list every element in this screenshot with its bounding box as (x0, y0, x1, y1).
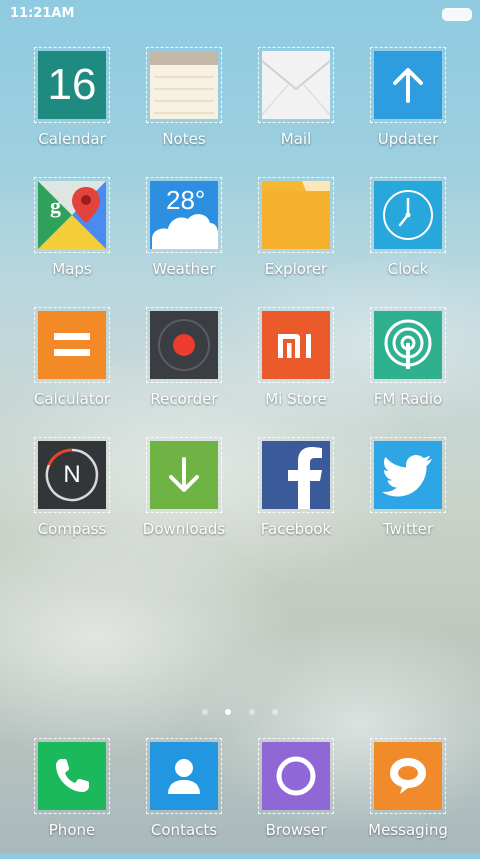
messaging-icon-frame (370, 738, 446, 814)
app-label: Updater (377, 130, 439, 148)
app-label: Downloads (142, 520, 226, 538)
weather-icon-frame: 28° (146, 177, 222, 253)
app-mail[interactable]: Mail (240, 47, 352, 168)
svg-text:g: g (50, 193, 61, 218)
person-icon (150, 742, 218, 810)
equals-icon (38, 311, 106, 379)
app-mistore[interactable]: Mi Store (240, 307, 352, 428)
facebook-icon (262, 441, 330, 509)
calculator-icon-frame (34, 307, 110, 383)
maps-icon: g (38, 181, 106, 249)
compass-icon: N (38, 441, 106, 509)
app-label: Recorder (150, 390, 218, 408)
status-bar: 11:21AM (0, 0, 480, 28)
battery-icon (442, 8, 472, 21)
phone-icon (38, 742, 106, 810)
app-label: Mi Store (265, 390, 327, 408)
app-updater[interactable]: Updater (352, 47, 464, 168)
dock-phone[interactable]: Phone (16, 738, 128, 859)
app-label: Twitter (382, 520, 434, 538)
app-label: Browser (265, 821, 327, 839)
app-twitter[interactable]: Twitter (352, 437, 464, 558)
dock-messaging[interactable]: Messaging (352, 738, 464, 859)
app-label: Mail (280, 130, 312, 148)
app-label: Messaging (368, 821, 448, 839)
dock-contacts[interactable]: Contacts (128, 738, 240, 859)
recorder-icon-frame (146, 307, 222, 383)
app-label: Phone (48, 821, 96, 839)
app-compass[interactable]: N Compass (16, 437, 128, 558)
app-recorder[interactable]: Recorder (128, 307, 240, 428)
calendar-date: 16 (47, 60, 97, 109)
app-label: Calculator (33, 390, 111, 408)
app-label: Contacts (150, 821, 218, 839)
mistore-icon-frame (258, 307, 334, 383)
app-explorer[interactable]: Explorer (240, 177, 352, 298)
app-label: Facebook (260, 520, 332, 538)
notes-icon-frame (146, 47, 222, 123)
radio-icon (374, 311, 442, 379)
app-label: Compass (37, 520, 107, 538)
app-label: Clock (387, 260, 429, 278)
status-time: 11:21AM (10, 6, 75, 21)
app-weather[interactable]: 28° Weather (128, 177, 240, 298)
twitter-icon-frame (370, 437, 446, 513)
downloads-icon-frame (146, 437, 222, 513)
compass-icon-frame: N (34, 437, 110, 513)
page-indicator (0, 700, 480, 719)
facebook-icon-frame (258, 437, 334, 513)
browser-icon (262, 742, 330, 810)
calendar-icon: 16 (38, 51, 106, 119)
notes-icon (150, 51, 218, 119)
page-dot[interactable] (202, 709, 209, 715)
mi-logo-icon (262, 311, 330, 379)
weather-icon: 28° (150, 181, 218, 249)
arrow-down-icon (150, 441, 218, 509)
record-icon (150, 311, 218, 379)
app-facebook[interactable]: Facebook (240, 437, 352, 558)
calendar-icon-frame: 16 (34, 47, 110, 123)
twitter-bird-icon (374, 441, 442, 509)
dock-browser[interactable]: Browser (240, 738, 352, 859)
chat-bubble-icon (374, 742, 442, 810)
app-maps[interactable]: g Maps (16, 177, 128, 298)
compass-letter: N (63, 461, 81, 488)
maps-icon-frame: g (34, 177, 110, 253)
phone-icon-frame (34, 738, 110, 814)
clock-icon-frame (370, 177, 446, 253)
cloud-icon (152, 214, 218, 249)
app-label: Maps (52, 260, 92, 278)
app-fmradio[interactable]: FM Radio (352, 307, 464, 428)
app-label: Explorer (264, 260, 328, 278)
clock-icon (374, 181, 442, 249)
app-notes[interactable]: Notes (128, 47, 240, 168)
app-calendar[interactable]: 16 Calendar (16, 47, 128, 168)
app-label: Weather (152, 260, 216, 278)
folder-icon (262, 181, 330, 249)
app-label: Notes (162, 130, 206, 148)
app-downloads[interactable]: Downloads (128, 437, 240, 558)
contacts-icon-frame (146, 738, 222, 814)
page-dot[interactable] (271, 709, 278, 715)
app-label: Calendar (38, 130, 106, 148)
explorer-icon-frame (258, 177, 334, 253)
app-calculator[interactable]: Calculator (16, 307, 128, 428)
app-label: FM Radio (373, 390, 443, 408)
page-dot-active[interactable] (225, 709, 232, 715)
updater-icon-frame (370, 47, 446, 123)
page-dot[interactable] (248, 709, 255, 715)
mail-icon (262, 51, 330, 119)
browser-icon-frame (258, 738, 334, 814)
app-clock[interactable]: Clock (352, 177, 464, 298)
arrow-up-icon (374, 51, 442, 119)
mail-icon-frame (258, 47, 334, 123)
fmradio-icon-frame (370, 307, 446, 383)
